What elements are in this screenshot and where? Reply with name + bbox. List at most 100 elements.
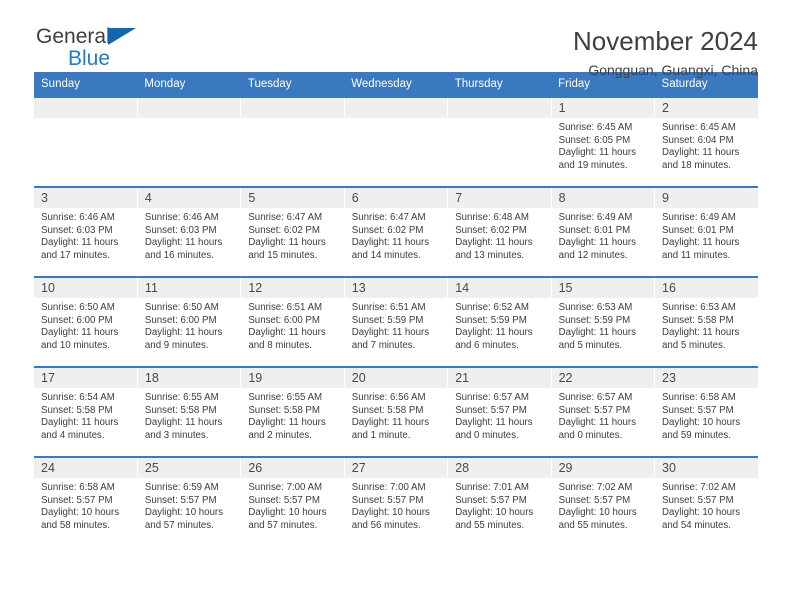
day-sun-info: Sunrise: 6:58 AM Sunset: 5:57 PM Daylight:… (655, 388, 758, 442)
day-number: 20 (344, 368, 448, 388)
calendar-day-cell-empty (240, 96, 345, 187)
sunrise-text: Sunrise: 6:55 AM (248, 392, 323, 403)
daylight-text: Daylight: 11 hours and 3 minutes. (144, 417, 223, 441)
sunrise-text: Sunrise: 6:58 AM (41, 482, 115, 493)
day-number: 2 (655, 98, 758, 118)
calendar-day-cell[interactable]: 26 Sunrise: 7:00 AM Sunset: 5:57 PM Dayligh… (240, 456, 345, 546)
calendar-day-cell[interactable]: 15 Sunrise: 6:53 AM Sunset: 5:59 PM Dayligh… (551, 276, 656, 367)
calendar-day-cell[interactable]: 4 Sunrise: 6:46 AM Sunset: 6:03 PM Daylight… (137, 186, 242, 277)
day-sun-info: Sunrise: 6:49 AM Sunset: 6:01 PM Daylight:… (552, 208, 654, 262)
calendar-day-cell-empty (447, 96, 552, 187)
daylight-text: Daylight: 11 hours and 7 minutes. (351, 327, 430, 351)
calendar-day-cell[interactable]: 20 Sunrise: 6:56 AM Sunset: 5:58 PM Dayligh… (344, 366, 449, 457)
day-number: 11 (137, 278, 241, 298)
calendar-day-cell[interactable]: 29 Sunrise: 7:02 AM Sunset: 5:57 PM Dayligh… (551, 456, 656, 546)
day-number: 25 (137, 458, 241, 478)
day-number: 10 (34, 278, 137, 298)
calendar-day-cell[interactable]: 25 Sunrise: 6:59 AM Sunset: 5:57 PM Dayligh… (137, 456, 242, 546)
calendar-day-cell[interactable]: 30 Sunrise: 7:02 AM Sunset: 5:57 PM Dayligh… (654, 456, 758, 546)
sunset-text: Sunset: 5:57 PM (455, 494, 527, 506)
sunrise-text: Sunrise: 6:53 AM (558, 302, 633, 313)
sunrise-text: Sunrise: 6:56 AM (351, 392, 426, 403)
sunset-text: Sunset: 6:01 PM (662, 224, 734, 236)
day-sun-info: Sunrise: 6:55 AM Sunset: 5:58 PM Daylight:… (241, 388, 343, 442)
calendar-day-cell-empty (137, 96, 242, 187)
day-sun-info: Sunrise: 7:00 AM Sunset: 5:57 PM Daylight:… (345, 478, 447, 532)
calendar-day-cell[interactable]: 1 Sunrise: 6:45 AM Sunset: 6:05 PM Daylight… (551, 96, 656, 187)
sunset-text: Sunset: 6:03 PM (144, 224, 217, 236)
calendar-day-cell[interactable]: 14 Sunrise: 6:52 AM Sunset: 5:59 PM Dayligh… (447, 276, 552, 367)
sunrise-text: Sunrise: 7:01 AM (455, 482, 529, 493)
day-number: 13 (344, 278, 448, 298)
day-number: 1 (551, 98, 655, 118)
sunset-text: Sunset: 5:58 PM (248, 404, 320, 416)
calendar-day-cell[interactable]: 22 Sunrise: 6:57 AM Sunset: 5:57 PM Dayligh… (551, 366, 656, 457)
sunrise-text: Sunrise: 6:49 AM (558, 212, 633, 223)
calendar-day-cell[interactable]: 9 Sunrise: 6:49 AM Sunset: 6:01 PM Daylight… (654, 186, 758, 277)
calendar-day-cell[interactable]: 23 Sunrise: 6:58 AM Sunset: 5:57 PM Dayligh… (654, 366, 758, 457)
calendar-day-cell[interactable]: 17 Sunrise: 6:54 AM Sunset: 5:58 PM Dayligh… (34, 366, 138, 457)
daylight-text: Daylight: 11 hours and 1 minute. (351, 417, 430, 441)
day-sun-info: Sunrise: 6:46 AM Sunset: 6:03 PM Daylight:… (138, 208, 240, 262)
daylight-text: Daylight: 10 hours and 54 minutes. (662, 507, 741, 531)
day-sun-info: Sunrise: 6:53 AM Sunset: 5:59 PM Daylight:… (552, 298, 654, 352)
calendar-day-cell[interactable]: 8 Sunrise: 6:49 AM Sunset: 6:01 PM Daylight… (551, 186, 656, 277)
day-sun-info: Sunrise: 6:57 AM Sunset: 5:57 PM Daylight:… (552, 388, 654, 442)
sunset-text: Sunset: 6:00 PM (248, 314, 320, 326)
day-number: 28 (448, 458, 551, 478)
day-number (34, 98, 137, 118)
sunset-text: Sunset: 5:57 PM (41, 494, 113, 506)
day-number: 17 (34, 368, 137, 388)
sunrise-text: Sunrise: 7:02 AM (662, 482, 736, 493)
sunset-text: Sunset: 5:58 PM (351, 404, 424, 416)
calendar-day-cell[interactable]: 21 Sunrise: 6:57 AM Sunset: 5:57 PM Dayligh… (447, 366, 552, 457)
daylight-text: Daylight: 11 hours and 17 minutes. (41, 237, 119, 261)
calendar-day-cell[interactable]: 10 Sunrise: 6:50 AM Sunset: 6:00 PM Dayligh… (34, 276, 138, 367)
generalblue-logo[interactable]: General Blue (34, 26, 156, 69)
sunset-text: Sunset: 6:00 PM (41, 314, 113, 326)
day-sun-info: Sunrise: 7:00 AM Sunset: 5:57 PM Daylight:… (241, 478, 343, 532)
daylight-text: Daylight: 11 hours and 4 minutes. (41, 417, 119, 441)
day-number: 26 (241, 458, 344, 478)
day-sun-info: Sunrise: 6:52 AM Sunset: 5:59 PM Daylight:… (448, 298, 550, 352)
day-number: 16 (655, 278, 758, 298)
calendar-day-cell[interactable]: 16 Sunrise: 6:53 AM Sunset: 5:58 PM Dayligh… (654, 276, 758, 367)
calendar-day-cell[interactable]: 5 Sunrise: 6:47 AM Sunset: 6:02 PM Daylight… (240, 186, 345, 277)
calendar-day-cell[interactable]: 24 Sunrise: 6:58 AM Sunset: 5:57 PM Dayligh… (34, 456, 138, 546)
calendar-day-cell[interactable]: 27 Sunrise: 7:00 AM Sunset: 5:57 PM Dayligh… (344, 456, 449, 546)
sunset-text: Sunset: 6:03 PM (41, 224, 113, 236)
calendar-day-cell[interactable]: 28 Sunrise: 7:01 AM Sunset: 5:57 PM Dayligh… (447, 456, 552, 546)
calendar-page: General Blue November 2024 Gongguan, Gua… (0, 0, 792, 612)
day-number: 27 (344, 458, 448, 478)
sunset-text: Sunset: 5:59 PM (455, 314, 527, 326)
sunset-text: Sunset: 5:57 PM (558, 404, 631, 416)
daylight-text: Daylight: 11 hours and 11 minutes. (662, 237, 740, 261)
calendar-week-row: 3 Sunrise: 6:46 AM Sunset: 6:03 PM Daylight… (34, 186, 758, 277)
calendar-day-cell[interactable]: 18 Sunrise: 6:55 AM Sunset: 5:58 PM Dayligh… (137, 366, 242, 457)
day-sun-info: Sunrise: 7:01 AM Sunset: 5:57 PM Daylight:… (448, 478, 550, 532)
calendar-day-cell[interactable]: 19 Sunrise: 6:55 AM Sunset: 5:58 PM Dayligh… (240, 366, 345, 457)
calendar-day-cell[interactable]: 6 Sunrise: 6:47 AM Sunset: 6:02 PM Daylight… (344, 186, 449, 277)
day-sun-info: Sunrise: 6:54 AM Sunset: 5:58 PM Daylight:… (34, 388, 137, 442)
sunset-text: Sunset: 5:57 PM (455, 404, 527, 416)
day-number: 7 (448, 188, 551, 208)
day-sun-info: Sunrise: 6:45 AM Sunset: 6:05 PM Daylight:… (552, 118, 654, 172)
weekday-header-sunday: Sunday (34, 72, 138, 97)
calendar-day-cell[interactable]: 12 Sunrise: 6:51 AM Sunset: 6:00 PM Dayligh… (240, 276, 345, 367)
calendar-day-cell-empty (34, 96, 138, 187)
day-number (448, 98, 551, 118)
sunset-text: Sunset: 5:59 PM (558, 314, 631, 326)
calendar-day-cell[interactable]: 11 Sunrise: 6:50 AM Sunset: 6:00 PM Dayligh… (137, 276, 242, 367)
logo-text-general: General (36, 25, 111, 48)
sunrise-text: Sunrise: 6:57 AM (455, 392, 529, 403)
sunset-text: Sunset: 6:00 PM (144, 314, 217, 326)
calendar-day-cell[interactable]: 13 Sunrise: 6:51 AM Sunset: 5:59 PM Dayligh… (344, 276, 449, 367)
calendar-day-cell[interactable]: 7 Sunrise: 6:48 AM Sunset: 6:02 PM Daylight… (447, 186, 552, 277)
calendar-day-cell[interactable]: 2 Sunrise: 6:45 AM Sunset: 6:04 PM Daylight… (654, 96, 758, 187)
day-number: 24 (34, 458, 137, 478)
sunrise-text: Sunrise: 6:45 AM (662, 122, 736, 133)
day-sun-info: Sunrise: 6:50 AM Sunset: 6:00 PM Daylight:… (34, 298, 137, 352)
day-sun-info: Sunrise: 6:49 AM Sunset: 6:01 PM Daylight:… (655, 208, 758, 262)
calendar-day-cell[interactable]: 3 Sunrise: 6:46 AM Sunset: 6:03 PM Daylight… (34, 186, 138, 277)
sunset-text: Sunset: 5:58 PM (662, 314, 734, 326)
